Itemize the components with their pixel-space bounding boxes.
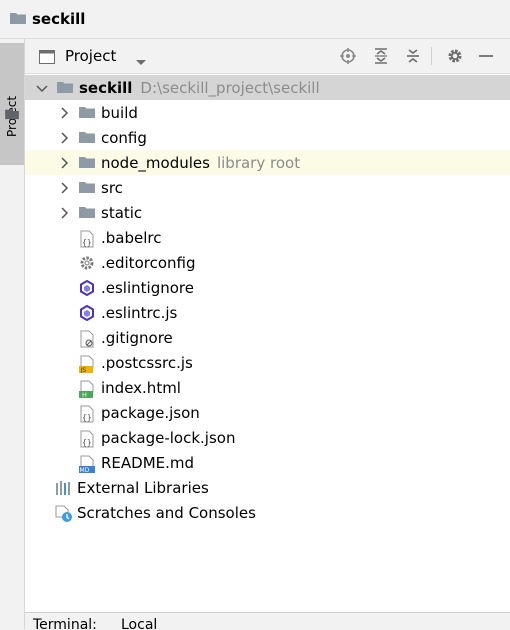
tree-node-folder[interactable]: config bbox=[25, 125, 510, 150]
panel-title[interactable]: Project bbox=[65, 47, 116, 65]
tree-node-scratches[interactable]: Scratches and Consoles bbox=[25, 500, 510, 525]
file-label: .eslintignore bbox=[101, 278, 194, 297]
folder-icon bbox=[79, 155, 95, 171]
locate-icon[interactable] bbox=[339, 47, 357, 65]
tree-node-file[interactable]: H index.html bbox=[25, 375, 510, 400]
folder-icon bbox=[39, 49, 55, 68]
collapse-all-icon[interactable] bbox=[404, 47, 422, 65]
gear-icon[interactable] bbox=[446, 47, 464, 65]
tree-node-file[interactable]: .eslintrc.js bbox=[25, 300, 510, 325]
chevron-right-icon[interactable] bbox=[57, 156, 71, 170]
root-name: seckill bbox=[79, 78, 133, 97]
json-file-icon: {} bbox=[79, 430, 95, 447]
project-panel: Project seckill D:\seckill_project\secki… bbox=[25, 39, 510, 612]
library-root-hint: library root bbox=[216, 153, 301, 172]
folder-label: static bbox=[101, 203, 143, 222]
svg-text:{}: {} bbox=[82, 413, 92, 422]
scratches-icon bbox=[55, 505, 72, 522]
panel-header: Project bbox=[25, 39, 510, 74]
tree-node-root[interactable]: seckill D:\seckill_project\seckill bbox=[25, 75, 510, 100]
tree-node-folder[interactable]: static bbox=[25, 200, 510, 225]
folder-label: src bbox=[101, 178, 123, 197]
gear-file-icon bbox=[79, 255, 95, 271]
library-icon bbox=[55, 480, 71, 496]
file-label: .gitignore bbox=[101, 328, 173, 347]
svg-text:MD: MD bbox=[80, 467, 90, 473]
minimize-icon[interactable] bbox=[477, 47, 495, 65]
tree-node-external-libraries[interactable]: External Libraries bbox=[25, 475, 510, 500]
file-label: .eslintrc.js bbox=[101, 303, 178, 322]
json-file-icon: {} bbox=[79, 405, 95, 422]
chevron-right-icon[interactable] bbox=[57, 181, 71, 195]
folder-icon bbox=[57, 80, 73, 96]
folder-label: build bbox=[101, 103, 138, 122]
tree-node-folder[interactable]: node_modules library root bbox=[25, 150, 510, 175]
bottom-tool-bar: Terminal: Local bbox=[25, 612, 510, 630]
md-file-icon: MD bbox=[79, 455, 95, 474]
file-label: .postcssrc.js bbox=[101, 353, 193, 372]
tree-node-file[interactable]: .eslintignore bbox=[25, 275, 510, 300]
js-file-icon: JS bbox=[79, 355, 95, 374]
svg-text:{}: {} bbox=[82, 238, 92, 247]
folder-label: config bbox=[101, 128, 147, 147]
tree-node-folder[interactable]: build bbox=[25, 100, 510, 125]
eslint-icon bbox=[79, 279, 95, 296]
folder-label: node_modules bbox=[101, 153, 210, 172]
breadcrumb-item-seckill[interactable]: seckill bbox=[32, 10, 85, 28]
header-divider bbox=[431, 47, 432, 65]
chevron-right-icon[interactable] bbox=[57, 131, 71, 145]
tree-node-folder[interactable]: src bbox=[25, 175, 510, 200]
folder-icon bbox=[79, 180, 95, 196]
tree-node-file[interactable]: .editorconfig bbox=[25, 250, 510, 275]
svg-text:JS: JS bbox=[80, 367, 87, 373]
folder-icon bbox=[79, 205, 95, 221]
file-label: package.json bbox=[101, 403, 200, 422]
tree-node-file[interactable]: {} .babelrc bbox=[25, 225, 510, 250]
svg-text:{}: {} bbox=[82, 438, 92, 447]
file-label: .editorconfig bbox=[101, 253, 196, 272]
svg-text:H: H bbox=[82, 391, 87, 398]
chevron-down-icon[interactable] bbox=[135, 52, 147, 71]
external-libraries-label: External Libraries bbox=[77, 478, 209, 497]
expand-all-icon[interactable] bbox=[372, 47, 390, 65]
chevron-right-icon[interactable] bbox=[57, 106, 71, 120]
file-label: index.html bbox=[101, 378, 181, 397]
chevron-down-icon[interactable] bbox=[35, 81, 49, 95]
folder-icon bbox=[5, 105, 19, 124]
file-label: README.md bbox=[101, 453, 195, 472]
tree-node-file[interactable]: JS .postcssrc.js bbox=[25, 350, 510, 375]
file-label: .babelrc bbox=[101, 228, 162, 247]
html-file-icon: H bbox=[79, 380, 95, 399]
tree-node-file[interactable]: {} package.json bbox=[25, 400, 510, 425]
scratches-label: Scratches and Consoles bbox=[77, 503, 256, 522]
terminal-tab[interactable]: Terminal: bbox=[33, 617, 97, 630]
root-path: D:\seckill_project\seckill bbox=[140, 78, 320, 97]
folder-icon bbox=[10, 10, 26, 29]
json-file-icon: {} bbox=[79, 230, 95, 247]
folder-icon bbox=[79, 130, 95, 146]
folder-icon bbox=[79, 105, 95, 121]
tree-node-file[interactable]: .gitignore bbox=[25, 325, 510, 350]
project-tool-tab[interactable]: Project bbox=[0, 43, 24, 165]
tree-node-file[interactable]: MD README.md bbox=[25, 450, 510, 475]
eslint-icon bbox=[79, 304, 95, 321]
tool-window-strip: Project bbox=[0, 39, 25, 629]
file-label: package-lock.json bbox=[101, 428, 236, 447]
tree-node-file[interactable]: {} package-lock.json bbox=[25, 425, 510, 450]
chevron-right-icon[interactable] bbox=[57, 206, 71, 220]
breadcrumb: seckill bbox=[0, 0, 510, 39]
local-tab[interactable]: Local bbox=[121, 617, 157, 630]
ignore-file-icon bbox=[79, 330, 95, 347]
